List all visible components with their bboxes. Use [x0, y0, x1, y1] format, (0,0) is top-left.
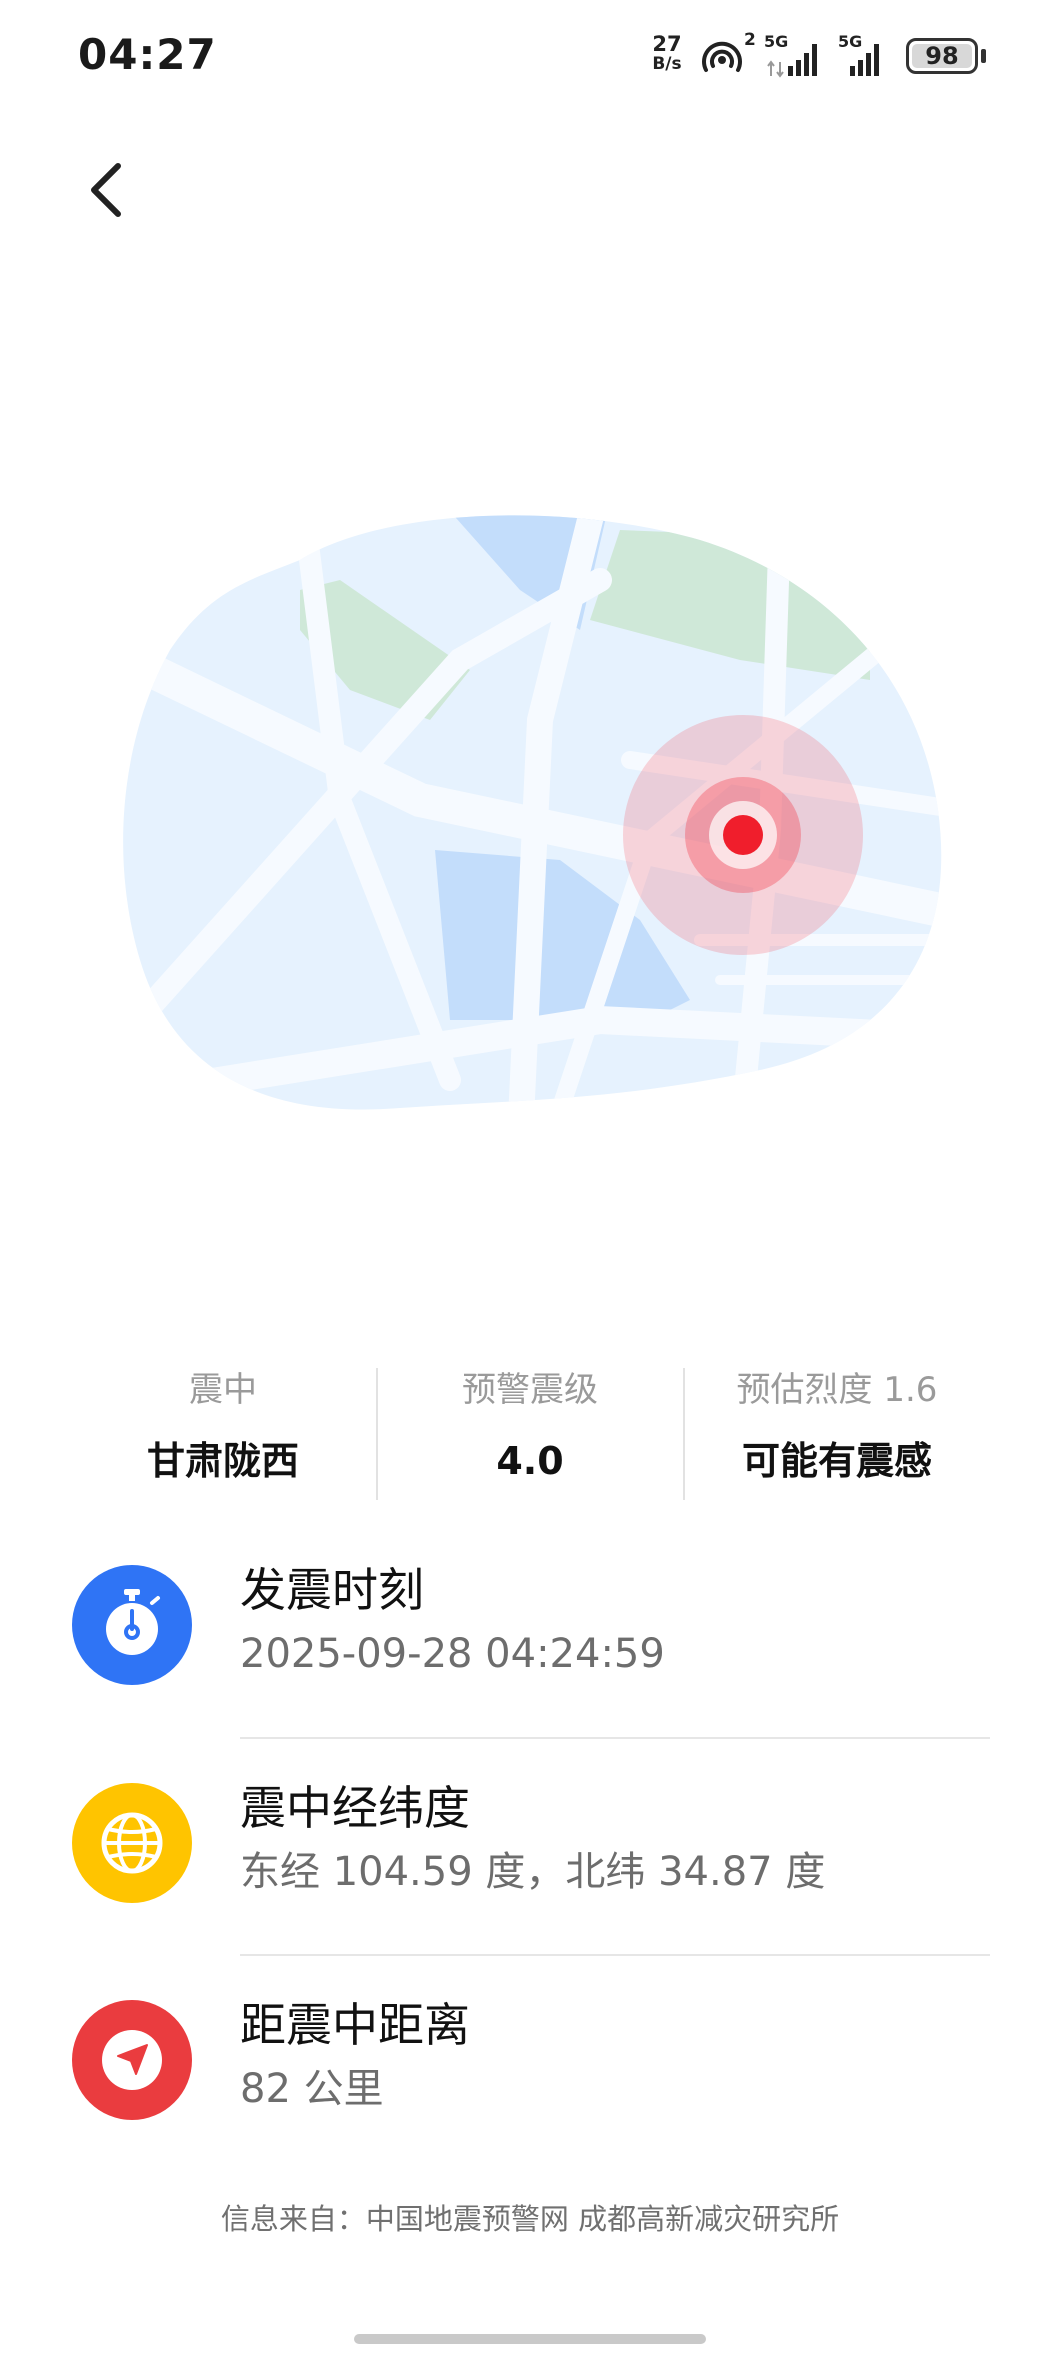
- stat-intensity: 预估烈度 1.6 可能有震感: [697, 1360, 977, 1486]
- epicenter-marker: [723, 815, 763, 855]
- battery-icon: 98: [906, 38, 978, 74]
- stopwatch-icon: [106, 1589, 160, 1655]
- stat-label: 预估烈度 1.6: [736, 1370, 938, 1410]
- stat-value: 甘肃陇西: [146, 1439, 299, 1483]
- info-title: 发震时刻: [240, 1563, 424, 1617]
- stopwatch-icon-badge: [72, 1565, 192, 1685]
- info-row-time: 发震时刻 2025-09-28 04:24:59: [0, 1560, 1060, 1778]
- info-row-coordinates: 震中经纬度 东经 104.59 度，北纬 34.87 度: [0, 1778, 1060, 1996]
- status-time: 04:27: [78, 30, 217, 79]
- info-row-distance: 距震中距离 82 公里: [0, 1995, 1060, 2213]
- signal-bars-icon: [850, 44, 879, 76]
- signal-5g-2: 5G: [838, 32, 902, 80]
- epicenter-map-illustration: [123, 515, 942, 1110]
- back-button[interactable]: [78, 150, 138, 230]
- source-attribution: 信息来自：中国地震预警网 成都高新减灾研究所: [220, 2202, 840, 2236]
- globe-icon: [101, 1812, 163, 1874]
- battery-cap: [981, 49, 986, 63]
- earthquake-stats: 震中 甘肃陇西 预警震级 4.0 预估烈度 1.6 可能有震感: [0, 1360, 1060, 1510]
- battery-level: 98: [925, 42, 959, 70]
- network-speed: 27 B/s: [646, 32, 688, 75]
- stat-label: 预警震级: [462, 1370, 598, 1410]
- navigation-icon-badge: [72, 2000, 192, 2120]
- stat-value: 可能有震感: [741, 1439, 932, 1483]
- stat-divider: [376, 1368, 378, 1500]
- row-divider: [240, 1954, 990, 1956]
- stat-value: 4.0: [496, 1439, 564, 1483]
- signal-bars-icon: [767, 44, 817, 78]
- stat-magnitude: 预警震级 4.0: [390, 1360, 670, 1486]
- status-bar: 04:27 27 B/s 2 5G 5G 98: [0, 0, 1060, 116]
- row-divider: [240, 1737, 990, 1739]
- stat-divider: [683, 1368, 685, 1500]
- stat-label: 震中: [189, 1370, 257, 1410]
- info-value: 东经 104.59 度，北纬 34.87 度: [240, 1849, 826, 1895]
- home-indicator[interactable]: [354, 2334, 706, 2344]
- hotspot-count: 2: [744, 30, 756, 50]
- info-value: 2025-09-28 04:24:59: [240, 1631, 665, 1677]
- stat-epicenter: 震中 甘肃陇西: [83, 1360, 363, 1486]
- navigation-arrow-icon: [102, 2030, 162, 2090]
- globe-icon-badge: [72, 1783, 192, 1903]
- info-title: 距震中距离: [240, 1998, 470, 2052]
- network-speed-unit: B/s: [652, 54, 682, 74]
- info-value: 82 公里: [240, 2066, 384, 2112]
- info-title: 震中经纬度: [240, 1781, 470, 1835]
- network-speed-value: 27: [652, 32, 682, 56]
- chevron-left-icon: [91, 163, 121, 217]
- hotspot-icon: [702, 41, 742, 72]
- signal-5g-1: 5G: [764, 32, 828, 80]
